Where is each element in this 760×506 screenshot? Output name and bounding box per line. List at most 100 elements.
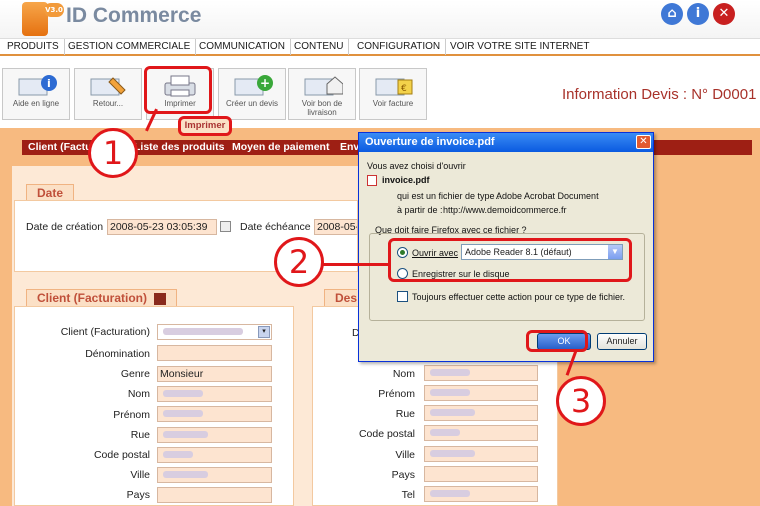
menu-contenu[interactable]: CONTENU: [289, 39, 350, 55]
help-icon: i: [17, 74, 57, 98]
ville-field[interactable]: [157, 467, 272, 483]
dialog-filename: invoice.pdf: [382, 175, 430, 185]
genre-label: Genre: [120, 368, 150, 380]
step-1-marker: 1: [88, 128, 138, 178]
tooltip-imprimer: Imprimer: [178, 116, 232, 136]
open-with-highlight-frame: [388, 238, 632, 282]
menu-gestion-commerciale[interactable]: GESTION COMMERCIALE: [63, 39, 197, 55]
rue-label: Rue: [130, 429, 150, 441]
menu-produits[interactable]: PRODUITS: [2, 39, 65, 55]
tab-client[interactable]: Client (Factu: [28, 140, 92, 155]
tab-paiement[interactable]: Moyen de paiement: [232, 140, 329, 155]
dialog-close-icon[interactable]: ✕: [636, 135, 651, 149]
right-nom-field[interactable]: [424, 365, 538, 381]
prenom-label: Prénom: [113, 409, 150, 421]
delivery-note-label: Voir bon de livraison: [301, 99, 343, 117]
home-icon[interactable]: ⌂: [661, 3, 683, 25]
blurred-value: [430, 409, 475, 416]
always-checkbox[interactable]: [397, 291, 408, 302]
menu-configuration[interactable]: CONFIGURATION: [352, 39, 447, 55]
chevron-down-icon[interactable]: ▾: [258, 326, 270, 338]
client-section-title: Client (Facturation): [26, 289, 178, 307]
right-ville-field[interactable]: [424, 446, 538, 462]
right-tel-field[interactable]: [424, 486, 538, 502]
step2-connector: [320, 263, 388, 266]
creation-date-label: Date de création: [26, 221, 104, 233]
client-label: Client (Facturation): [60, 326, 150, 338]
nom-field[interactable]: [157, 386, 272, 402]
right-code-postal-label: Code postal: [358, 428, 415, 440]
right-pays-label: Pays: [391, 469, 415, 481]
code-postal-field[interactable]: [157, 447, 272, 463]
user-icon: [154, 292, 167, 305]
help-label: Aide en ligne: [12, 99, 60, 108]
rue-field[interactable]: [157, 427, 272, 443]
create-quote-button[interactable]: + Créer un devis: [218, 68, 286, 120]
pdf-file-icon: [367, 175, 377, 186]
invoice-label: Voir facture: [372, 99, 414, 108]
tooltip-text: Imprimer: [184, 120, 226, 131]
code-postal-label: Code postal: [93, 449, 150, 461]
close-icon[interactable]: ✕: [713, 3, 735, 25]
right-rue-field[interactable]: [424, 405, 538, 421]
dialog-intro: Vous avez choisi d'ouvrir: [367, 161, 466, 171]
help-button[interactable]: i Aide en ligne: [2, 68, 70, 120]
blurred-value: [430, 369, 470, 376]
dialog-type-label: qui est un fichier de type :: [397, 191, 500, 201]
version-badge: V3.0: [44, 3, 64, 17]
blurred-value: [163, 328, 243, 335]
main-menu: PRODUITS GESTION COMMERCIALE COMMUNICATI…: [0, 38, 760, 56]
blurred-value: [163, 451, 193, 458]
right-rue-label: Rue: [395, 408, 415, 420]
page-title: Information Devis : N° D0001: [562, 86, 757, 103]
right-section-title: Des: [324, 289, 358, 307]
delivery-note-button[interactable]: Voir bon de livraison: [288, 68, 356, 120]
back-label: Retour...: [92, 99, 124, 108]
dialog-title: Ouverture de invoice.pdf: [359, 133, 653, 152]
menu-communication[interactable]: COMMUNICATION: [194, 39, 291, 55]
print-highlight-frame: [144, 66, 212, 114]
echeance-date-label: Date échéance: [240, 221, 311, 233]
calendar-icon[interactable]: [220, 221, 231, 232]
cancel-button[interactable]: Annuler: [597, 333, 647, 350]
blurred-value: [163, 471, 208, 478]
blurred-value: [430, 429, 460, 436]
delivery-note-icon: [303, 74, 344, 98]
brand-name: ID Commerce: [66, 4, 202, 27]
genre-field[interactable]: Monsieur: [157, 366, 272, 382]
client-section-label: Client (Facturation): [37, 291, 147, 305]
info-icon[interactable]: i: [687, 3, 709, 25]
svg-text:+: +: [260, 76, 270, 90]
blurred-value: [430, 490, 470, 497]
always-label: Toujours effectuer cette action pour ce …: [412, 292, 625, 302]
menu-voir-site[interactable]: VOIR VOTRE SITE INTERNET: [445, 39, 594, 55]
pays-label: Pays: [126, 489, 150, 501]
right-prenom-label: Prénom: [378, 388, 415, 400]
client-select[interactable]: ▾: [157, 324, 272, 340]
tab-envoi[interactable]: Env: [340, 140, 359, 155]
right-prenom-field[interactable]: [424, 385, 538, 401]
dialog-from-value: http://www.demoidcommerce.fr: [443, 205, 567, 215]
ok-highlight-frame: [526, 330, 588, 352]
dialog-from-label: à partir de :: [397, 205, 443, 215]
prenom-field[interactable]: [157, 406, 272, 422]
right-tel-label: Tel: [401, 489, 415, 501]
creation-date-field[interactable]: 2008-05-23 03:05:39: [107, 219, 217, 235]
dialog-type-value: Adobe Acrobat Document: [496, 191, 599, 201]
blurred-value: [163, 390, 203, 397]
step-3-marker: 3: [556, 376, 606, 426]
back-button[interactable]: Retour...: [74, 68, 142, 120]
create-quote-icon: +: [233, 74, 273, 98]
right-code-postal-field[interactable]: [424, 425, 538, 441]
blurred-value: [430, 450, 475, 457]
denomination-field[interactable]: [157, 345, 272, 361]
back-document-icon: [89, 74, 129, 98]
right-pays-field[interactable]: [424, 466, 538, 482]
echeance-date-field[interactable]: 2008-05-2: [314, 219, 358, 235]
svg-text:i: i: [47, 77, 51, 90]
nom-label: Nom: [127, 388, 150, 400]
tab-produits[interactable]: Liste des produits: [134, 140, 224, 155]
invoice-icon: €: [374, 74, 414, 98]
invoice-button[interactable]: € Voir facture: [359, 68, 427, 120]
pays-field[interactable]: [157, 487, 272, 503]
